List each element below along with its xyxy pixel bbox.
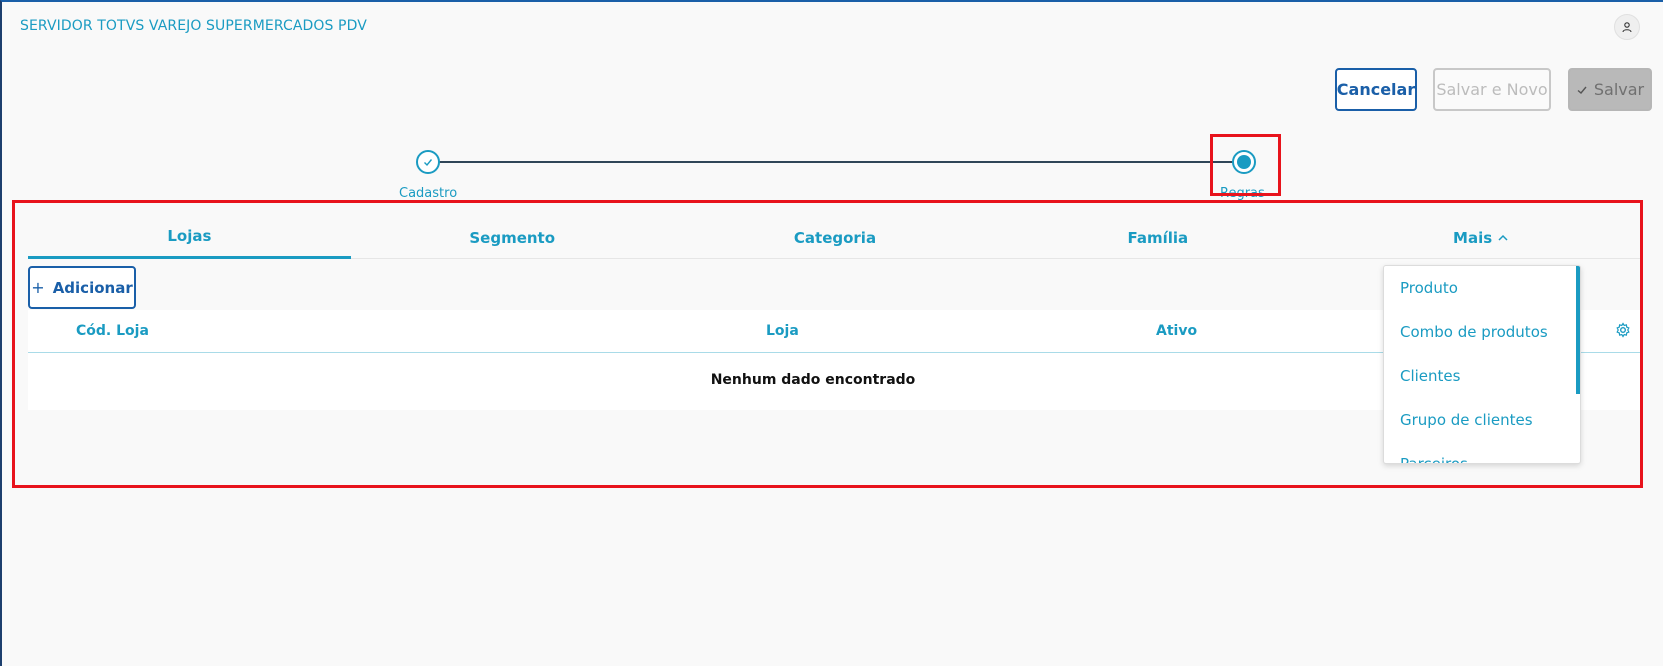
tab-mais[interactable]: Mais [1319,216,1642,259]
save-and-new-button-label: Salvar e Novo [1436,80,1548,99]
chevron-up-icon [1498,234,1508,241]
empty-state-text: Nenhum dado encontrado [710,372,916,388]
tab-segmento[interactable]: Segmento [351,216,674,259]
rules-tabs: Lojas Segmento Categoria Família Mais [28,216,1642,259]
more-tabs-menu[interactable]: Produto Combo de produtos Clientes Grupo… [1383,265,1581,464]
column-header-ativo[interactable]: Ativo [1156,323,1197,339]
menu-item-combo-de-produtos[interactable]: Combo de produtos [1400,323,1548,341]
cancel-button-label: Cancelar [1336,80,1416,99]
column-header-cod-loja[interactable]: Cód. Loja [76,323,149,339]
tab-familia-label: Família [1127,228,1189,247]
step-cadastro-dot[interactable] [416,150,440,174]
add-button[interactable]: + Adicionar [28,266,136,309]
tab-mais-label: Mais [1453,228,1493,247]
menu-item-parceiros[interactable]: Parceiros [1400,455,1468,463]
stepper-connector [439,161,1242,163]
step-regras-dot[interactable] [1232,150,1256,174]
gear-icon[interactable] [1615,322,1631,338]
column-header-loja[interactable]: Loja [766,323,799,339]
add-button-label: Adicionar [52,278,133,297]
check-icon [424,159,433,167]
menu-item-grupo-de-clientes[interactable]: Grupo de clientes [1400,411,1533,429]
user-icon [1622,22,1632,33]
tab-segmento-label: Segmento [469,228,556,247]
tab-categoria[interactable]: Categoria [674,216,997,259]
save-button[interactable]: Salvar [1568,68,1652,111]
tab-familia[interactable]: Família [996,216,1319,259]
tab-lojas-label: Lojas [167,227,212,245]
tab-categoria-label: Categoria [793,228,877,247]
save-and-new-button[interactable]: Salvar e Novo [1433,68,1551,111]
save-button-label: Salvar [1593,80,1645,99]
app-title: SERVIDOR TOTVS VAREJO SUPERMERCADOS PDV [20,18,367,34]
menu-item-produto[interactable]: Produto [1400,279,1458,297]
step-regras-label: Regras [1220,186,1265,201]
menu-item-clientes[interactable]: Clientes [1400,367,1460,385]
tab-lojas[interactable]: Lojas [28,216,351,259]
plus-icon: + [31,278,45,297]
check-icon [1577,86,1587,94]
menu-scrollbar[interactable] [1576,266,1580,394]
user-profile-button[interactable] [1614,14,1640,40]
cancel-button[interactable]: Cancelar [1335,68,1417,111]
step-cadastro-label: Cadastro [399,186,458,201]
